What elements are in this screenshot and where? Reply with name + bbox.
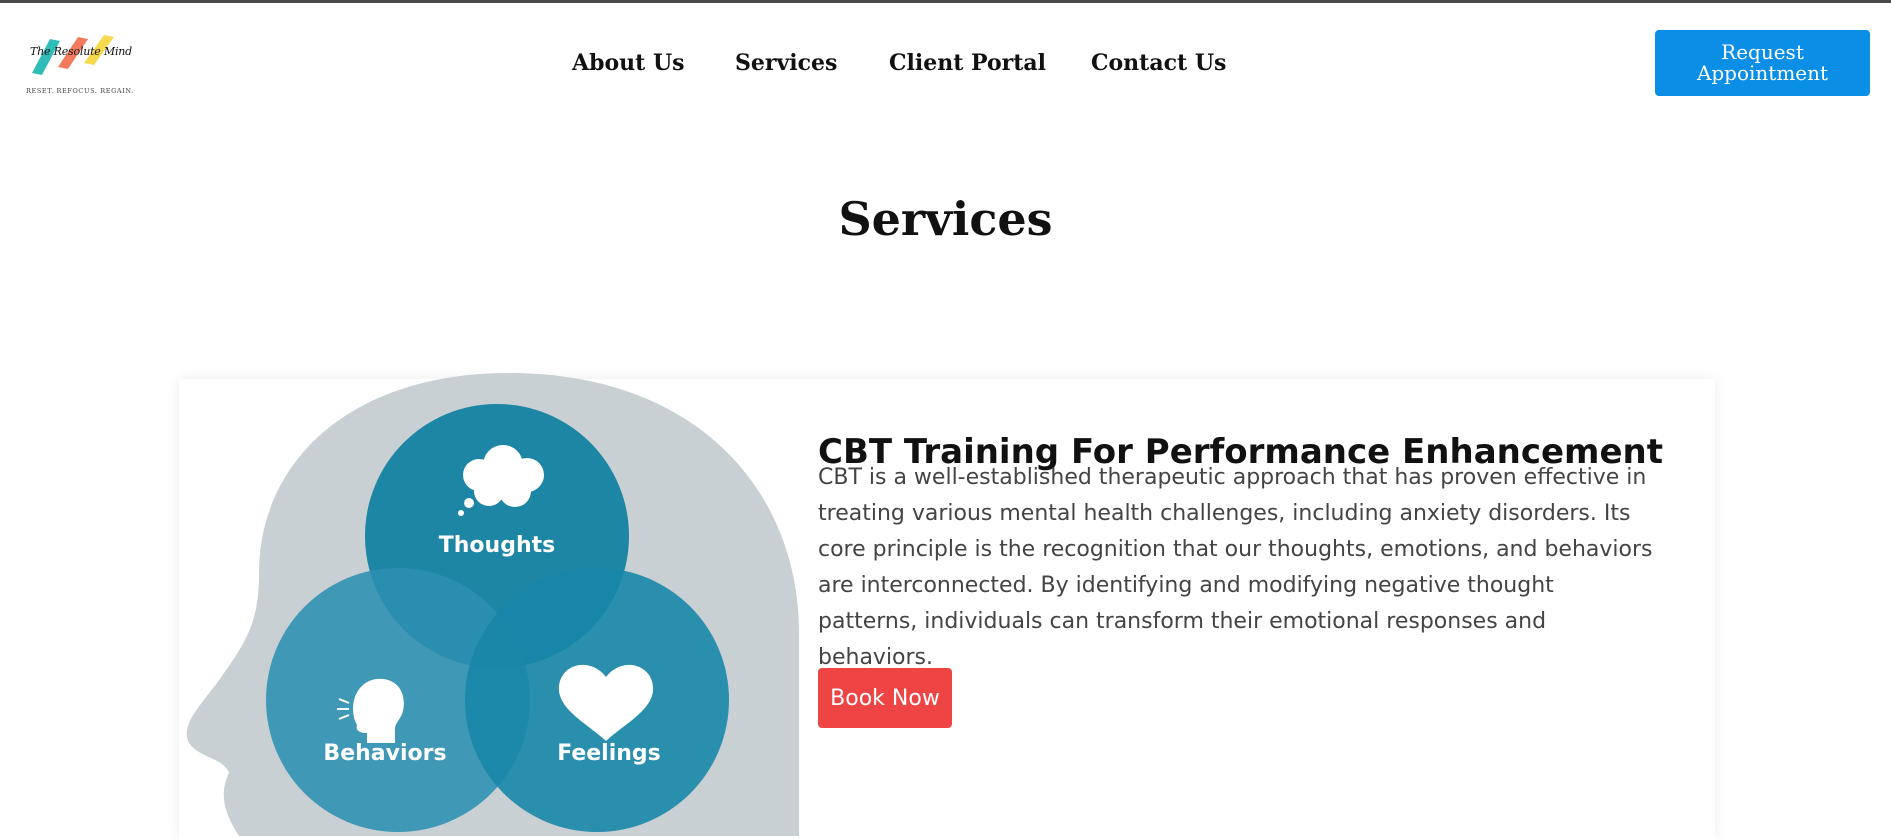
request-appointment-button[interactable]: Request Appointment xyxy=(1655,30,1870,96)
cbt-illustration: Thoughts Behaviors Feelings xyxy=(179,373,799,836)
nav-services[interactable]: Services xyxy=(735,47,837,79)
nav-about-us[interactable]: About Us xyxy=(572,47,685,79)
book-now-button[interactable]: Book Now xyxy=(818,668,952,728)
thoughts-label: Thoughts xyxy=(439,533,555,558)
nav-client-portal[interactable]: Client Portal xyxy=(889,47,1046,79)
behaviors-label: Behaviors xyxy=(323,741,446,766)
main-nav: About Us Services Client Portal Contact … xyxy=(0,47,1891,83)
logo-tagline: RESET. REFOCUS. REGAIN. xyxy=(26,87,134,95)
nav-contact-us[interactable]: Contact Us xyxy=(1091,47,1226,79)
feelings-label: Feelings xyxy=(557,741,661,766)
site-header: The Resolute Mind RESET. REFOCUS. REGAIN… xyxy=(0,3,1891,128)
service-description: CBT is a well-established therapeutic ap… xyxy=(818,465,1653,670)
page-title: Services xyxy=(838,191,1053,246)
